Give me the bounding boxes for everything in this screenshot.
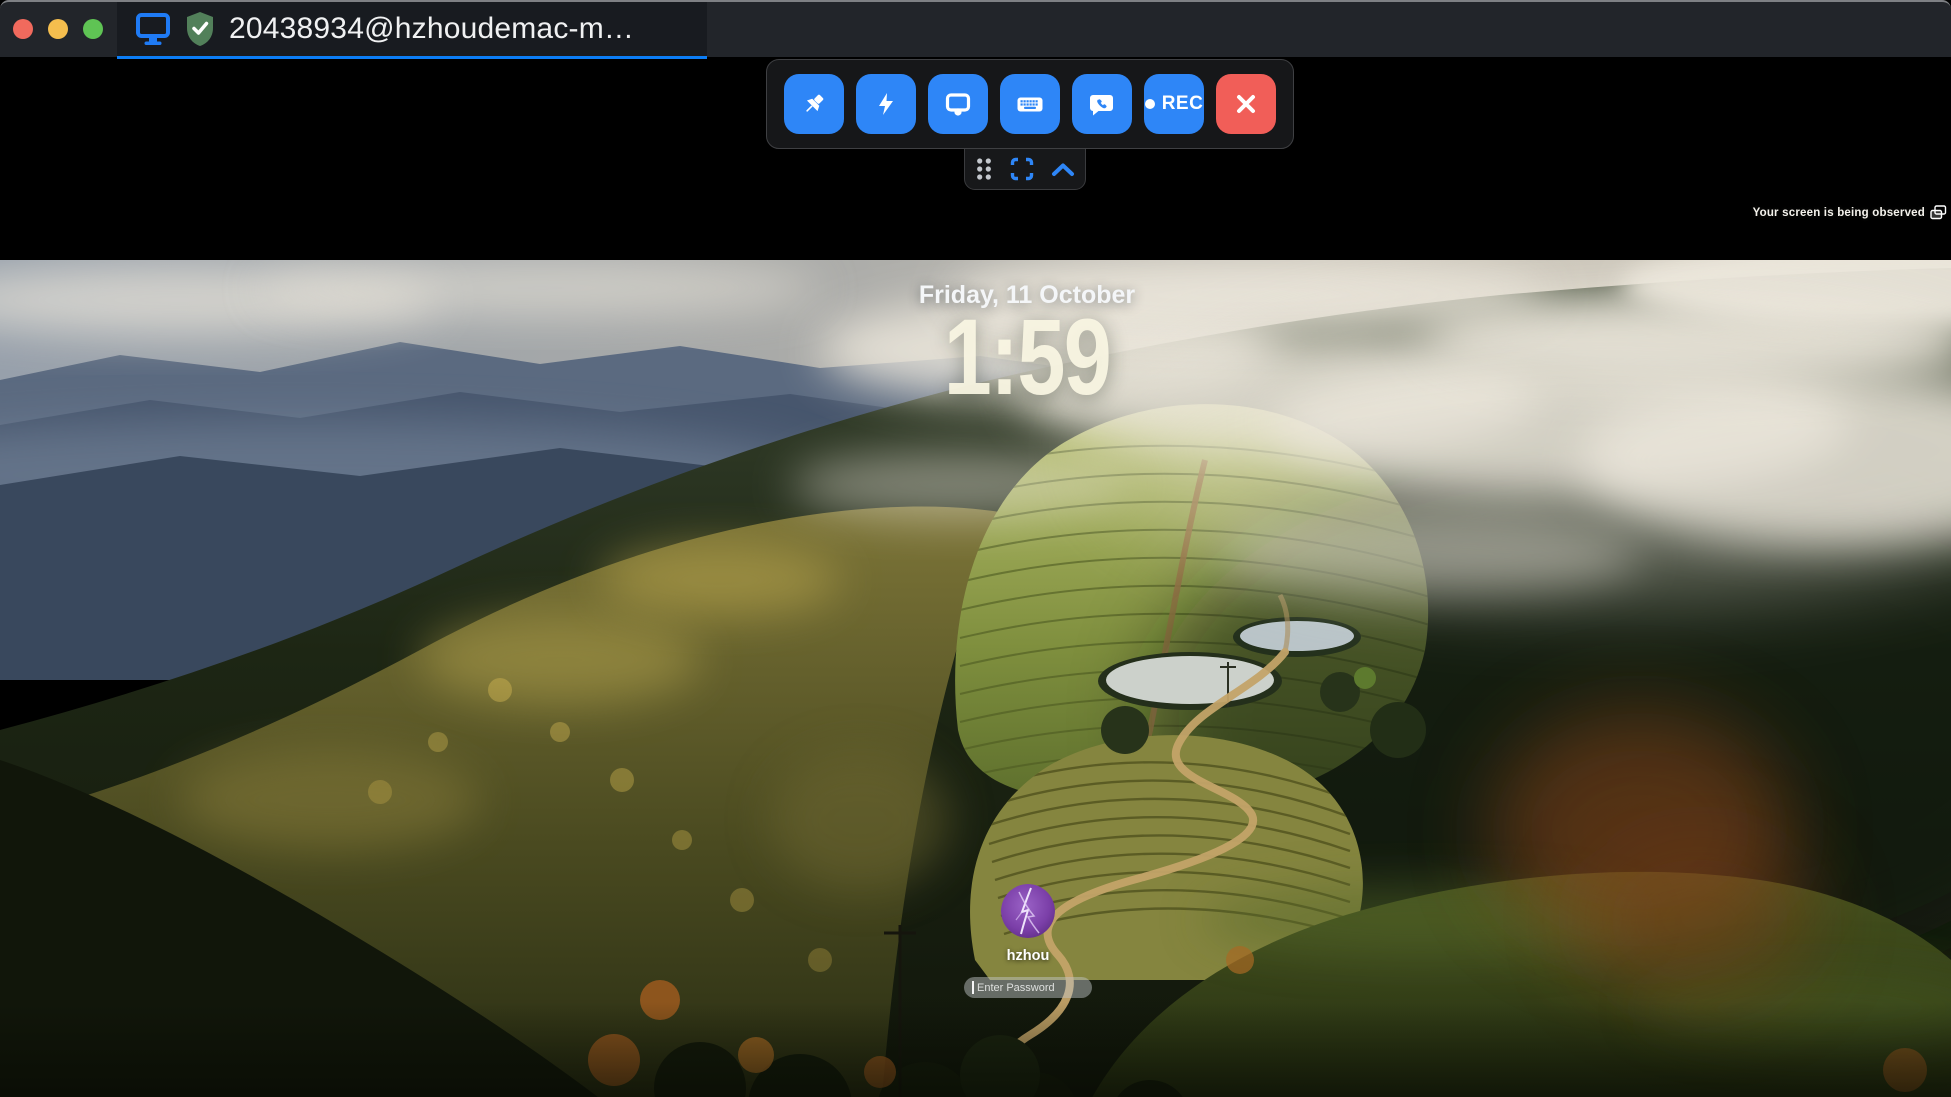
session-tab-title: 20438934@hzhoudemac-m…: [229, 12, 634, 46]
keyboard-icon: [1016, 91, 1044, 117]
session-toolbar: REC: [766, 59, 1294, 149]
lock-clock: 1:59: [944, 302, 1111, 412]
traffic-lights: [13, 19, 103, 39]
screen-observed-text: Your screen is being observed: [1753, 207, 1925, 219]
window-titlebar: 20438934@hzhoudemac-m…: [0, 0, 1951, 57]
lightning-icon: [873, 91, 899, 117]
fullscreen-button[interactable]: [1009, 156, 1035, 182]
screen-sharing-icon: [1930, 205, 1947, 220]
screen-observed-banner: Your screen is being observed: [1753, 205, 1947, 220]
shield-check-icon: [183, 10, 217, 48]
session-tab[interactable]: 20438934@hzhoudemac-m…: [117, 2, 707, 59]
record-dot-icon: [1145, 99, 1155, 109]
close-window-button[interactable]: [13, 19, 33, 39]
maximize-window-button[interactable]: [83, 19, 103, 39]
grid-dots-icon: [975, 156, 993, 182]
close-x-icon: [1233, 91, 1259, 117]
display-icon: [135, 12, 171, 46]
display-settings-button[interactable]: [928, 74, 988, 134]
actions-button[interactable]: [856, 74, 916, 134]
text-caret: [972, 981, 974, 994]
fullscreen-icon: [1009, 156, 1035, 182]
avatar-lightning-icon: [1001, 884, 1055, 938]
collapse-toolbar-button[interactable]: [1051, 162, 1075, 177]
minimize-window-button[interactable]: [48, 19, 68, 39]
remote-desktop-window: Friday, 11 October 1:59 hzhou: [0, 0, 1951, 1097]
drag-handle-button[interactable]: [975, 156, 993, 182]
chat-phone-icon: [1089, 91, 1115, 117]
toolbar-mini-bar: [964, 148, 1086, 190]
voice-call-button[interactable]: [1072, 74, 1132, 134]
record-button[interactable]: REC: [1144, 74, 1204, 134]
password-input[interactable]: [964, 977, 1092, 998]
disconnect-button[interactable]: [1216, 74, 1276, 134]
chevron-up-icon: [1051, 162, 1075, 177]
lock-username: hzhou: [1007, 948, 1050, 964]
record-label: REC: [1162, 93, 1204, 115]
pin-button[interactable]: [784, 74, 844, 134]
remote-screen-viewport[interactable]: [0, 57, 1951, 1097]
pushpin-icon: [801, 91, 827, 117]
keyboard-button[interactable]: [1000, 74, 1060, 134]
monitor-icon: [945, 91, 971, 117]
password-field-wrap: [964, 977, 1092, 998]
user-avatar[interactable]: [1001, 884, 1055, 938]
